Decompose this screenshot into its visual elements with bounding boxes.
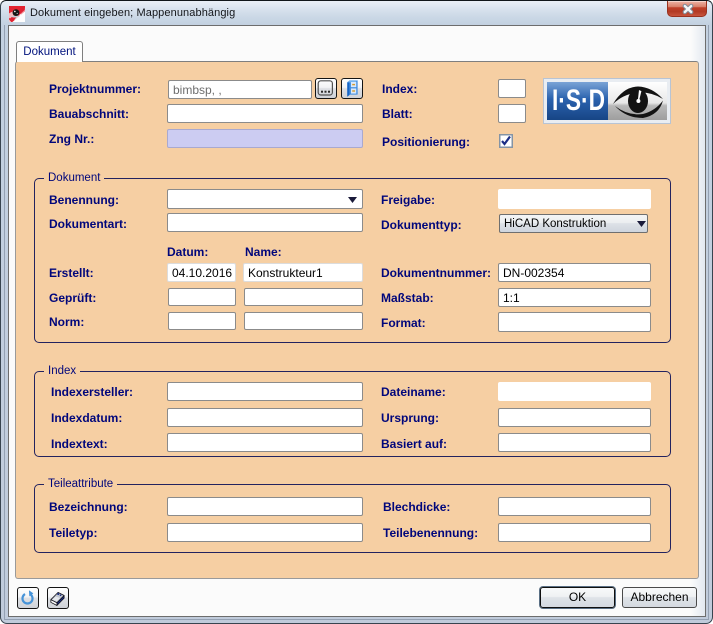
svg-text:I·S·D: I·S·D (552, 84, 605, 117)
